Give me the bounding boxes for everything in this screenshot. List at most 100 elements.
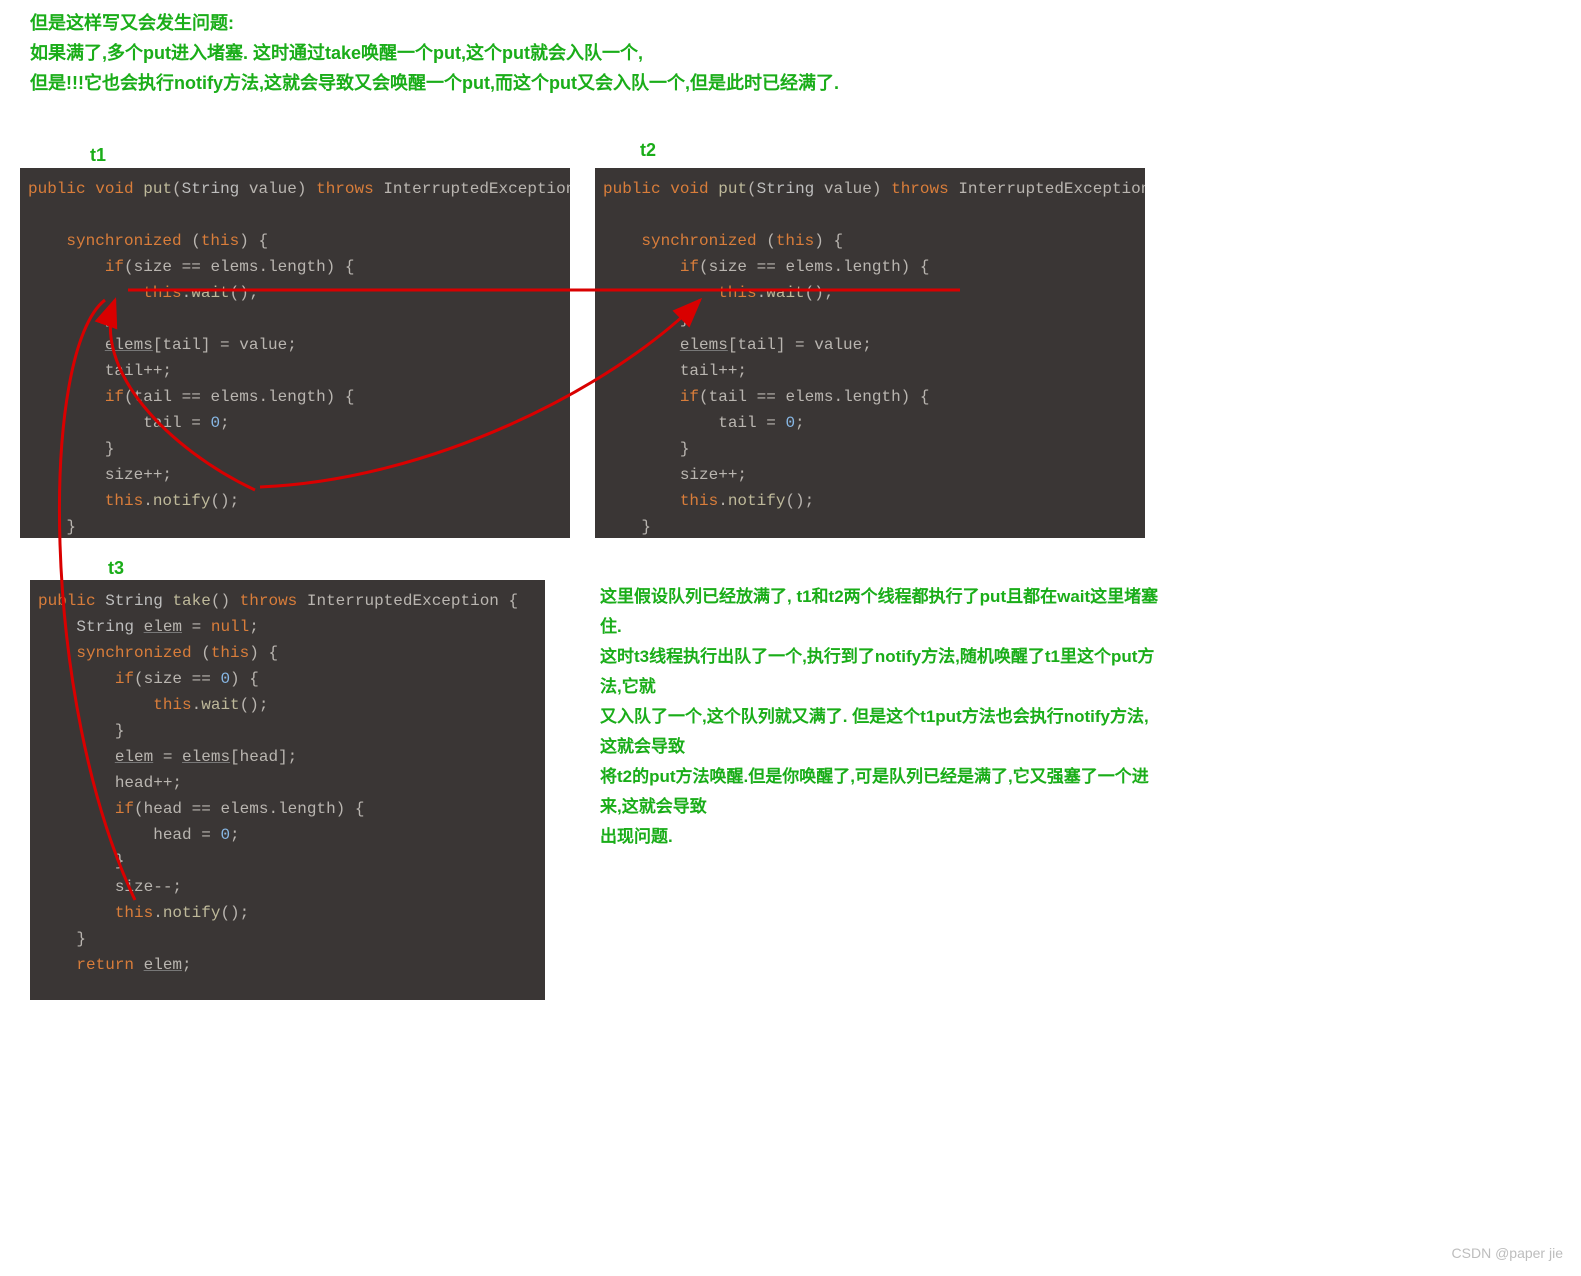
label-t1: t1 bbox=[90, 145, 106, 166]
var-size: size bbox=[134, 258, 172, 276]
method-notify: notify bbox=[153, 492, 211, 510]
explain-line-5: 出现问题. bbox=[600, 822, 1160, 852]
num-zero: 0 bbox=[210, 414, 220, 432]
method-notify: notify bbox=[163, 904, 221, 922]
method-put: put bbox=[718, 180, 747, 198]
prop-length: length bbox=[843, 258, 901, 276]
var-elem: elem bbox=[144, 956, 182, 974]
var-head: head bbox=[153, 826, 191, 844]
kw-throws: throws bbox=[240, 592, 298, 610]
kw-void: void bbox=[95, 180, 133, 198]
var-elem: elem bbox=[144, 618, 182, 636]
prop-length: length bbox=[268, 258, 326, 276]
var-head: head bbox=[240, 748, 278, 766]
kw-if: if bbox=[115, 800, 134, 818]
num-zero: 0 bbox=[220, 670, 230, 688]
var-value: value bbox=[814, 336, 862, 354]
var-elems: elems bbox=[210, 388, 258, 406]
param-value: value bbox=[824, 180, 872, 198]
var-tail: tail bbox=[718, 414, 756, 432]
var-elems: elems bbox=[182, 748, 230, 766]
var-tail: tail bbox=[680, 362, 718, 380]
method-wait: wait bbox=[766, 284, 804, 302]
kw-if: if bbox=[680, 258, 699, 276]
method-take: take bbox=[172, 592, 210, 610]
top-line-1: 但是这样写又会发生问题: bbox=[30, 8, 839, 38]
kw-this: this bbox=[143, 284, 181, 302]
kw-sync: synchronized bbox=[641, 232, 756, 250]
num-zero: 0 bbox=[785, 414, 795, 432]
var-tail: tail bbox=[162, 336, 200, 354]
method-notify: notify bbox=[728, 492, 786, 510]
top-explanation: 但是这样写又会发生问题: 如果满了,多个put进入堵塞. 这时通过take唤醒一… bbox=[30, 8, 839, 98]
var-size: size bbox=[680, 466, 718, 484]
code-block-t3: public String take() throws InterruptedE… bbox=[30, 580, 545, 1000]
label-t2: t2 bbox=[640, 140, 656, 161]
num-zero: 0 bbox=[220, 826, 230, 844]
method-wait: wait bbox=[201, 696, 239, 714]
kw-public: public bbox=[38, 592, 96, 610]
kw-sync: synchronized bbox=[66, 232, 181, 250]
kw-throws: throws bbox=[316, 180, 374, 198]
kw-void: void bbox=[670, 180, 708, 198]
var-elems: elems bbox=[785, 258, 833, 276]
explanation-block: 这里假设队列已经放满了, t1和t2两个线程都执行了put且都在wait这里堵塞… bbox=[600, 582, 1160, 852]
var-size: size bbox=[105, 466, 143, 484]
type-string: String bbox=[757, 180, 815, 198]
var-head: head bbox=[144, 800, 182, 818]
kw-public: public bbox=[28, 180, 86, 198]
var-elems: elems bbox=[680, 336, 728, 354]
var-tail: tail bbox=[709, 388, 747, 406]
prop-length: length bbox=[278, 800, 336, 818]
explain-line-4: 将t2的put方法唤醒.但是你唤醒了,可是队列已经是满了,它又强塞了一个进来,这… bbox=[600, 762, 1160, 822]
var-size: size bbox=[709, 258, 747, 276]
var-elems: elems bbox=[105, 336, 153, 354]
explain-line-1: 这里假设队列已经放满了, t1和t2两个线程都执行了put且都在wait这里堵塞… bbox=[600, 582, 1160, 642]
var-head: head bbox=[115, 774, 153, 792]
var-elems: elems bbox=[785, 388, 833, 406]
type-string: String bbox=[105, 592, 163, 610]
method-put: put bbox=[143, 180, 172, 198]
top-line-2: 如果满了,多个put进入堵塞. 这时通过take唤醒一个put,这个put就会入… bbox=[30, 38, 839, 68]
var-tail: tail bbox=[105, 362, 143, 380]
kw-if: if bbox=[105, 258, 124, 276]
kw-this: this bbox=[201, 232, 239, 250]
kw-return: return bbox=[76, 956, 134, 974]
method-wait: wait bbox=[191, 284, 229, 302]
explain-line-2: 这时t3线程执行出队了一个,执行到了notify方法,随机唤醒了t1里这个put… bbox=[600, 642, 1160, 702]
kw-public: public bbox=[603, 180, 661, 198]
top-line-3: 但是!!!它也会执行notify方法,这就会导致又会唤醒一个put,而这个put… bbox=[30, 68, 839, 98]
var-elem: elem bbox=[115, 748, 153, 766]
var-tail: tail bbox=[737, 336, 775, 354]
watermark: CSDN @paper jie bbox=[1452, 1245, 1563, 1261]
kw-if: if bbox=[105, 388, 124, 406]
exception: InterruptedException bbox=[958, 180, 1145, 198]
type-string: String bbox=[76, 618, 134, 636]
kw-this: this bbox=[718, 284, 756, 302]
var-size: size bbox=[144, 670, 182, 688]
kw-if: if bbox=[115, 670, 134, 688]
kw-null: null bbox=[211, 618, 249, 636]
exception: InterruptedException bbox=[307, 592, 499, 610]
type-string: String bbox=[182, 180, 240, 198]
param-value: value bbox=[249, 180, 297, 198]
kw-this: this bbox=[105, 492, 143, 510]
kw-this: this bbox=[776, 232, 814, 250]
kw-if: if bbox=[680, 388, 699, 406]
explain-line-3: 又入队了一个,这个队列就又满了. 但是这个t1put方法也会执行notify方法… bbox=[600, 702, 1160, 762]
var-tail: tail bbox=[134, 388, 172, 406]
kw-this: this bbox=[115, 904, 153, 922]
var-elems: elems bbox=[210, 258, 258, 276]
kw-throws: throws bbox=[891, 180, 949, 198]
kw-sync: synchronized bbox=[76, 644, 191, 662]
kw-this: this bbox=[211, 644, 249, 662]
kw-this: this bbox=[153, 696, 191, 714]
var-size: size bbox=[115, 878, 153, 896]
prop-length: length bbox=[268, 388, 326, 406]
label-t3: t3 bbox=[108, 558, 124, 579]
exception: InterruptedException bbox=[383, 180, 570, 198]
var-value: value bbox=[239, 336, 287, 354]
code-block-t1: public void put(String value) throws Int… bbox=[20, 168, 570, 538]
var-elems: elems bbox=[220, 800, 268, 818]
prop-length: length bbox=[843, 388, 901, 406]
